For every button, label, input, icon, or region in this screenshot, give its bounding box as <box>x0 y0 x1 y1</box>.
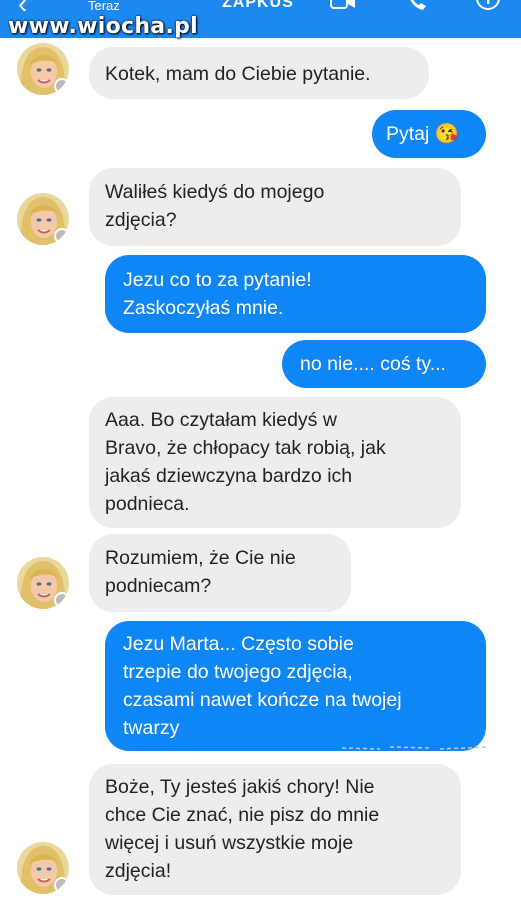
contact-avatar[interactable] <box>17 193 69 245</box>
contact-name[interactable]: ZAPKUS <box>222 0 294 12</box>
message-outgoing[interactable]: Jezu Marta... Często sobie trzepie do tw… <box>105 621 486 751</box>
contact-avatar[interactable] <box>17 842 69 894</box>
presence-dot <box>54 78 69 94</box>
message-incoming[interactable]: Boże, Ty jesteś jakiś chory! Nie chce Ci… <box>89 764 461 895</box>
watermark: www.wiocha.pl <box>8 14 198 39</box>
message-incoming[interactable]: Rozumiem, że Cie nie podniecam? <box>89 534 351 612</box>
message-incoming[interactable]: Aaa. Bo czytałam kiedyś w Bravo, że chło… <box>89 397 461 528</box>
message-incoming[interactable]: Kotek, mam do Ciebie pytanie. <box>89 47 429 99</box>
message-outgoing[interactable]: no nie.... coś ty... <box>282 340 486 388</box>
message-outgoing[interactable]: Jezu co to za pytanie! Zaskoczyłaś mnie. <box>105 255 486 333</box>
presence-dot <box>54 228 69 244</box>
presence-dot <box>54 592 69 608</box>
video-camera-icon[interactable] <box>330 0 356 12</box>
contact-avatar[interactable] <box>17 43 69 95</box>
message-incoming[interactable]: Waliłeś kiedyś do mojego zdjęcia? <box>89 168 461 246</box>
contact-status: Teraz <box>88 0 120 13</box>
presence-dot <box>54 877 69 893</box>
message-outgoing[interactable]: Pytaj 😘 <box>372 110 486 158</box>
info-icon[interactable] <box>475 0 501 12</box>
phone-icon[interactable] <box>405 0 431 12</box>
contact-avatar[interactable] <box>17 557 69 609</box>
scribble-mark <box>341 746 489 750</box>
